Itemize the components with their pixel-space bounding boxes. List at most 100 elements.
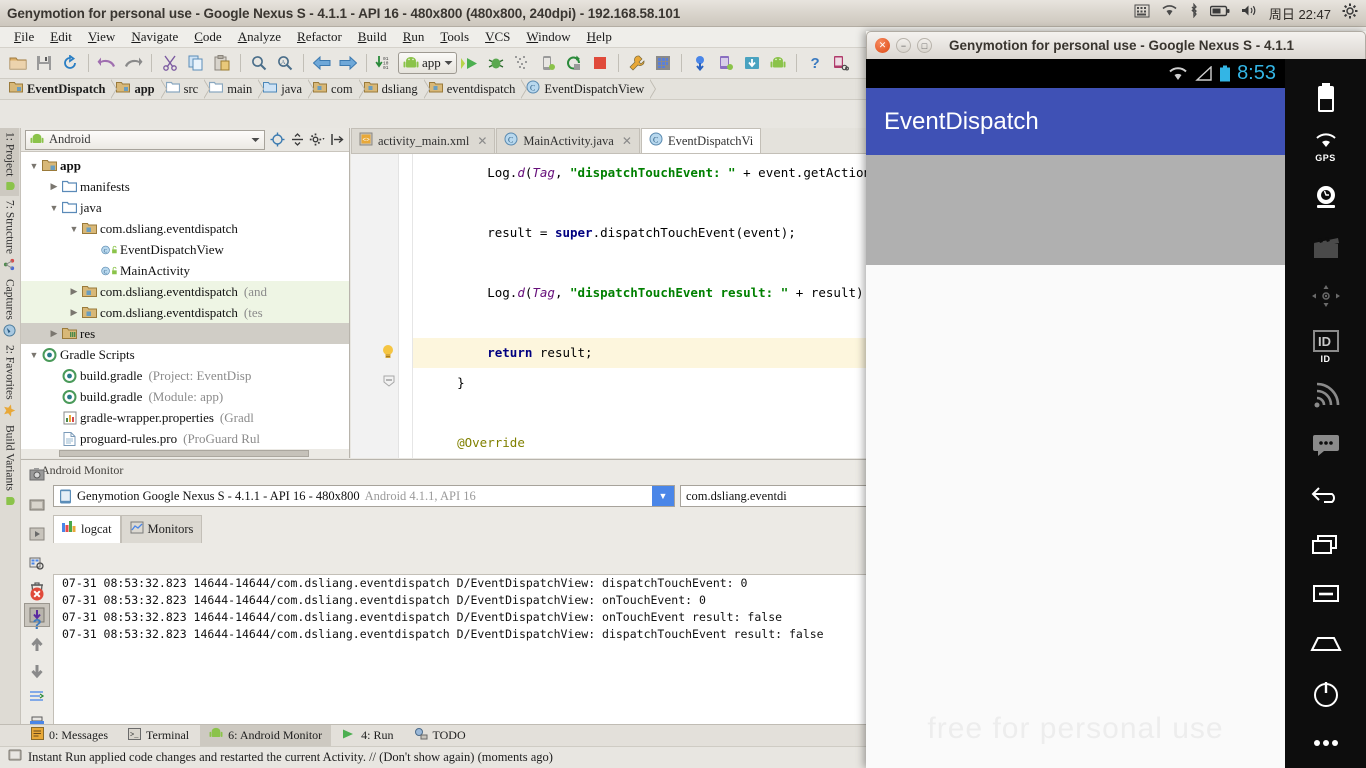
recents-icon[interactable] bbox=[1310, 520, 1342, 570]
menu-item-navigate[interactable]: Navigate bbox=[123, 28, 186, 46]
system-clock[interactable]: 周日 22:47 bbox=[1269, 4, 1331, 23]
device-selector[interactable]: Genymotion Google Nexus S - 4.1.1 - API … bbox=[53, 485, 675, 507]
monitor-tab-monitors[interactable]: Monitors bbox=[120, 515, 203, 543]
menu-item-file[interactable]: File bbox=[6, 28, 42, 46]
sdk-download-icon[interactable] bbox=[739, 51, 765, 75]
bottom-tab-4-run[interactable]: 4: Run bbox=[333, 726, 402, 746]
tree-node[interactable]: C MainActivity bbox=[21, 260, 349, 281]
save-all-icon[interactable] bbox=[31, 51, 57, 75]
tree-node[interactable]: ▼ java bbox=[21, 197, 349, 218]
monitor-tab-logcat[interactable]: logcat bbox=[53, 515, 121, 543]
clapper-icon[interactable] bbox=[1311, 222, 1341, 272]
play-icon[interactable] bbox=[21, 519, 53, 549]
editor-fold-gutter[interactable] bbox=[399, 154, 413, 458]
screenshot-search-icon[interactable] bbox=[21, 549, 53, 579]
scrollbar-thumb[interactable] bbox=[59, 450, 309, 457]
menu-item-run[interactable]: Run bbox=[395, 28, 433, 46]
layout-inspector-icon[interactable] bbox=[828, 51, 854, 75]
sync-icon[interactable] bbox=[57, 51, 83, 75]
tool-tab-project[interactable]: 1: Project bbox=[0, 128, 19, 197]
tool-tab-captures[interactable]: Captures bbox=[0, 275, 19, 341]
copy-icon[interactable] bbox=[183, 51, 209, 75]
breadcrumb-item-eventdispatch[interactable]: EventDispatch bbox=[4, 79, 118, 99]
run-icon[interactable] bbox=[457, 51, 483, 75]
redo-icon[interactable] bbox=[120, 51, 146, 75]
editor-gutter[interactable] bbox=[351, 154, 399, 477]
chevron-right-icon[interactable]: ▶ bbox=[47, 181, 61, 192]
breadcrumb-item-com[interactable]: com bbox=[308, 79, 365, 99]
hide-icon[interactable] bbox=[327, 130, 347, 150]
attach-debugger-icon[interactable] bbox=[535, 51, 561, 75]
open-folder-icon[interactable] bbox=[5, 51, 31, 75]
settings-gear-icon[interactable] bbox=[307, 130, 327, 150]
project-tree[interactable]: ▼ app ▶ manifests ▼ java ▼ com.dsliang.eventdis… bbox=[21, 152, 349, 449]
chevron-right-icon[interactable]: ▶ bbox=[67, 307, 81, 318]
breadcrumb-item-eventdispatchview[interactable]: C EventDispatchView bbox=[521, 79, 657, 99]
breadcrumb-item-java[interactable]: java bbox=[258, 79, 314, 99]
chevron-right-icon[interactable]: ▶ bbox=[67, 286, 81, 297]
breadcrumb-item-eventdispatch[interactable]: eventdispatch bbox=[424, 79, 528, 99]
camera-icon[interactable] bbox=[1311, 172, 1341, 222]
menu-item-help[interactable]: Help bbox=[579, 28, 620, 46]
run-configuration-selector[interactable]: app bbox=[398, 52, 457, 74]
error-icon[interactable] bbox=[21, 579, 53, 609]
tree-node[interactable]: ▶ com.dsliang.eventdispatch (and bbox=[21, 281, 349, 302]
find-icon[interactable] bbox=[246, 51, 272, 75]
device-monitor-icon[interactable] bbox=[713, 51, 739, 75]
gps-icon[interactable]: GPS bbox=[1313, 123, 1339, 173]
bottom-tab-6-android-monitor[interactable]: 6: Android Monitor bbox=[200, 725, 332, 746]
paste-icon[interactable] bbox=[209, 51, 235, 75]
tree-node[interactable]: build.gradle (Project: EventDisp bbox=[21, 365, 349, 386]
network-signal-icon[interactable] bbox=[1312, 371, 1340, 421]
chevron-down-icon[interactable]: ▼ bbox=[27, 350, 41, 360]
update-project-icon[interactable]: 01 10 01 bbox=[372, 51, 398, 75]
menu-item-tools[interactable]: Tools bbox=[432, 28, 477, 46]
menu-item-analyze[interactable]: Analyze bbox=[230, 28, 289, 46]
coverage-icon[interactable] bbox=[509, 51, 535, 75]
battery-icon[interactable] bbox=[1209, 4, 1230, 22]
lightbulb-icon[interactable] bbox=[381, 344, 395, 365]
breadcrumb-item-src[interactable]: src bbox=[161, 79, 210, 99]
wifi-icon[interactable] bbox=[1161, 4, 1178, 22]
project-view-selector[interactable]: Android bbox=[25, 129, 265, 150]
tree-node[interactable]: ▶ manifests bbox=[21, 176, 349, 197]
tool-tab-structure[interactable]: 7: Structure bbox=[0, 196, 19, 275]
bottom-tab-terminal[interactable]: >_ Terminal bbox=[119, 726, 198, 746]
sdk-manager-icon[interactable] bbox=[624, 51, 650, 75]
menu-item-window[interactable]: Window bbox=[518, 28, 578, 46]
custom-view-area[interactable] bbox=[866, 155, 1285, 265]
chevron-down-icon[interactable]: ▼ bbox=[652, 486, 674, 506]
bottom-tab-0-messages[interactable]: 0: Messages bbox=[22, 725, 117, 746]
menu-item-vcs[interactable]: VCS bbox=[477, 28, 518, 46]
keyboard-icon[interactable] bbox=[1134, 4, 1150, 23]
menu-icon[interactable] bbox=[1311, 569, 1341, 619]
tree-node[interactable]: ▼ Gradle Scripts bbox=[21, 344, 349, 365]
stop-icon[interactable] bbox=[587, 51, 613, 75]
tree-node[interactable]: build.gradle (Module: app) bbox=[21, 386, 349, 407]
back-icon[interactable] bbox=[309, 51, 335, 75]
avd-manager-icon[interactable] bbox=[650, 51, 676, 75]
tool-tab-build-variants[interactable]: Build Variants bbox=[0, 421, 19, 511]
menu-item-edit[interactable]: Edit bbox=[42, 28, 80, 46]
sms-icon[interactable] bbox=[1311, 420, 1341, 470]
gradle-sync-icon[interactable] bbox=[687, 51, 713, 75]
rerun-icon[interactable] bbox=[561, 51, 587, 75]
power-icon[interactable] bbox=[1311, 669, 1341, 719]
minimize-icon[interactable]: − bbox=[896, 38, 911, 53]
tool-tab-favorites[interactable]: 2: Favorites bbox=[0, 341, 19, 421]
menu-item-refactor[interactable]: Refactor bbox=[289, 28, 350, 46]
close-icon[interactable]: ✕ bbox=[619, 134, 632, 149]
editor-tab-mainactivity-java[interactable]: C MainActivity.java ✕ bbox=[496, 128, 640, 153]
undo-icon[interactable] bbox=[94, 51, 120, 75]
app-background[interactable] bbox=[866, 265, 1285, 768]
bottom-tab-todo[interactable]: TODO bbox=[405, 725, 475, 746]
chevron-right-icon[interactable]: ▶ bbox=[47, 328, 61, 339]
bluetooth-icon[interactable] bbox=[1189, 2, 1199, 23]
tree-node[interactable]: proguard-rules.pro (ProGuard Rul bbox=[21, 428, 349, 449]
project-horizontal-scrollbar[interactable] bbox=[21, 449, 349, 458]
tree-node[interactable]: ▶ res bbox=[21, 323, 349, 344]
video-icon[interactable] bbox=[21, 489, 53, 519]
gear-icon[interactable] bbox=[1342, 3, 1358, 24]
tree-node[interactable]: ▶ com.dsliang.eventdispatch (tes bbox=[21, 302, 349, 323]
breadcrumb-item-main[interactable]: main bbox=[204, 79, 265, 99]
